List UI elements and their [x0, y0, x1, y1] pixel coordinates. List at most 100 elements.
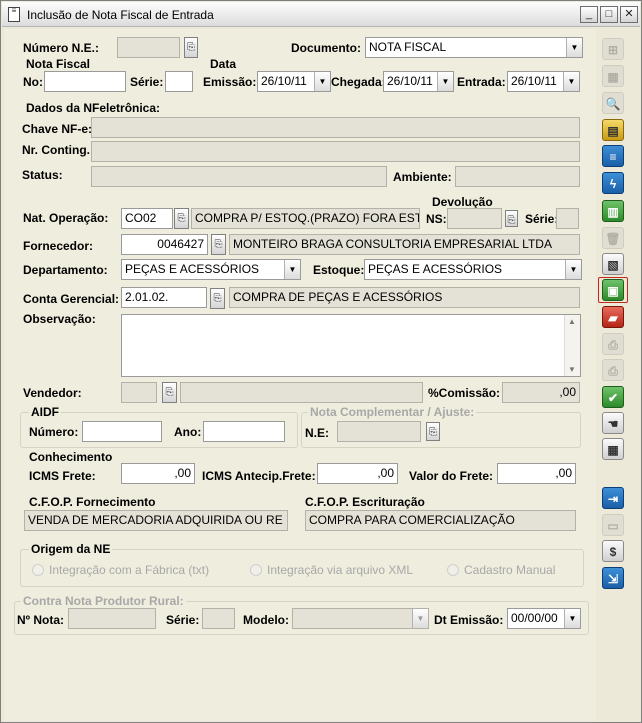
numero-ne-field[interactable] [117, 37, 180, 58]
entrada-date-picker[interactable]: 26/10/11 ▼ [507, 71, 580, 92]
aidf-ano-field[interactable] [203, 421, 285, 442]
vendedor-lookup-button[interactable]: ⎘ [162, 382, 177, 403]
conta-gerencial-code-field[interactable]: 2.01.02. [121, 287, 207, 308]
valor-frete-field[interactable]: ,00 [497, 463, 576, 484]
cfop-fornecimento-field[interactable]: VENDA DE MERCADORIA ADQUIRIDA OU RE [24, 510, 288, 531]
numero-ne-lookup-button[interactable]: ⎘ [184, 37, 198, 58]
no-field[interactable] [44, 71, 126, 92]
emissao-date-picker[interactable]: 26/10/11 ▼ [257, 71, 331, 92]
documento-value: NOTA FISCAL [369, 40, 447, 54]
toolbar-approve-button[interactable]: ✔ [598, 384, 628, 410]
chevron-down-icon[interactable]: ▼ [437, 72, 453, 91]
produtor-modelo-label: Modelo: [243, 613, 289, 627]
documento-select[interactable]: NOTA FISCAL ▼ [365, 37, 583, 58]
fornecedor-lookup-button[interactable]: ⎘ [211, 234, 226, 255]
stack-transfer-icon: ▣ [602, 279, 624, 301]
toolbar-truck-button[interactable]: ▰ [598, 304, 628, 330]
vendedor-name-field[interactable] [180, 382, 423, 403]
toolbar-hand-button[interactable]: ☚ [598, 410, 628, 436]
folder-open-icon: ▭ [602, 514, 624, 536]
fornecedor-name-field[interactable]: MONTEIRO BRAGA CONSULTORIA EMPRESARIAL L… [229, 234, 580, 255]
fornecedor-code-field[interactable]: 0046427 [121, 234, 208, 255]
nota-fiscal-title: Nota Fiscal [26, 57, 91, 71]
icms-antecip-field[interactable]: ,00 [317, 463, 398, 484]
chegada-label: Chegada: [331, 75, 386, 89]
toolbar-preview-button[interactable]: 🔍 [598, 90, 628, 116]
vendedor-code-field[interactable] [121, 382, 157, 403]
origem-radio-xml[interactable]: Integração via arquivo XML [250, 563, 413, 577]
scroll-down-icon[interactable]: ▼ [568, 365, 576, 374]
aidf-numero-field[interactable] [82, 421, 162, 442]
nat-operacao-desc-field[interactable]: COMPRA P/ ESTOQ.(PRAZO) FORA ESTADO [191, 208, 420, 229]
serie-label: Série: [130, 75, 164, 89]
chevron-down-icon[interactable]: ▼ [284, 260, 300, 279]
form-area: Número N.E.: ⎘ Documento: NOTA FISCAL ▼ N… [4, 29, 596, 721]
chevron-down-icon[interactable]: ▼ [564, 609, 580, 628]
toolbar-list-button[interactable]: ≡ [598, 143, 628, 169]
observacao-scrollbar[interactable]: ▲ ▼ [564, 315, 580, 376]
cfop-escrituracao-field[interactable]: COMPRA PARA COMERCIALIZAÇÃO [305, 510, 576, 531]
departamento-select[interactable]: PEÇAS E ACESSÓRIOS ▼ [121, 259, 301, 280]
toolbar-import-button[interactable]: ⇥ [598, 485, 628, 511]
estoque-select[interactable]: PEÇAS E ACESSÓRIOS ▼ [364, 259, 582, 280]
toolbar-book-button[interactable]: ▥ [598, 198, 628, 224]
chave-nfe-field[interactable] [91, 117, 580, 138]
comissao-field[interactable]: ,00 [502, 382, 580, 403]
complementar-ne-label: N.E: [305, 426, 329, 440]
toolbar-lightning-button[interactable]: ϟ [598, 170, 628, 196]
scroll-up-icon[interactable]: ▲ [568, 317, 576, 326]
chegada-date-picker[interactable]: 26/10/11 ▼ [383, 71, 454, 92]
chevron-down-icon[interactable]: ▼ [565, 260, 581, 279]
chevron-down-icon[interactable]: ▼ [412, 609, 428, 628]
origem-radio-manual[interactable]: Cadastro Manual [447, 563, 555, 577]
complementar-ne-field[interactable] [337, 421, 421, 442]
numero-ne-label: Número N.E.: [23, 41, 100, 55]
toolbar-exit-button[interactable]: ⇲ [598, 565, 628, 591]
conta-gerencial-lookup-button[interactable]: ⎘ [210, 288, 225, 309]
status-field[interactable] [91, 166, 387, 187]
nat-operacao-lookup-button[interactable]: ⎘ [174, 208, 189, 229]
emissao-label: Emissão: [203, 75, 257, 89]
origem-radio-fabrica[interactable]: Integração com a Fábrica (txt) [32, 563, 209, 577]
icms-frete-field[interactable]: ,00 [121, 463, 195, 484]
app-icon: ≡ [8, 7, 20, 22]
open-folder-icon: ▤ [602, 119, 624, 141]
toolbar-save-list-button[interactable]: ▧ [598, 251, 628, 277]
no-label: No: [23, 75, 43, 89]
maximize-button[interactable]: □ [600, 6, 618, 23]
toolbar-money-button[interactable]: $ [598, 538, 628, 564]
chevron-down-icon[interactable]: ▼ [563, 72, 579, 91]
data-title: Data [210, 57, 237, 71]
origem-radio-xml-label: Integração via arquivo XML [267, 563, 414, 577]
dev-serie-field[interactable] [556, 208, 579, 229]
chevron-down-icon[interactable]: ▼ [314, 72, 330, 91]
toolbar-insert-button[interactable]: ⊞ [598, 36, 628, 62]
toolbar-transfer-button[interactable]: ▣ [598, 277, 628, 303]
produtor-serie-field[interactable] [202, 608, 235, 629]
conting-field[interactable] [91, 141, 580, 162]
produtor-nota-field[interactable] [68, 608, 156, 629]
produtor-dt-picker[interactable]: 00/00/00 ▼ [507, 608, 581, 629]
ns-lookup-button[interactable]: ⎘ [505, 210, 518, 227]
toolbar-edit-button[interactable]: ▦ [598, 63, 628, 89]
complementar-lookup-button[interactable]: ⎘ [426, 422, 440, 441]
minimize-button[interactable]: _ [580, 6, 598, 23]
close-button[interactable]: ✕ [620, 6, 638, 23]
title-bar[interactable]: ≡ Inclusão de Nota Fiscal de Entrada _ □… [2, 2, 640, 27]
nat-operacao-code-field[interactable]: CO02 [121, 208, 173, 229]
ns-field[interactable] [447, 208, 502, 229]
toolbar-calculator-button[interactable]: ▦ [598, 436, 628, 462]
produtor-modelo-select[interactable]: ▼ [292, 608, 429, 629]
ambiente-field[interactable] [455, 166, 580, 187]
serie-field[interactable] [165, 71, 193, 92]
conta-gerencial-desc-field[interactable]: COMPRA DE PEÇAS E ACESSÓRIOS [229, 287, 580, 308]
toolbar-folder-button[interactable]: ▭ [598, 512, 628, 538]
observacao-textarea[interactable]: ▲ ▼ [121, 314, 581, 377]
chevron-down-icon[interactable]: ▼ [566, 38, 582, 57]
toolbar-delete-button[interactable]: 🗑 [598, 225, 628, 251]
toolbar-print-button[interactable]: ⎙ [598, 331, 628, 357]
save-list-icon: ▧ [602, 253, 624, 275]
toolbar-print-preview-button[interactable]: ⎙ [598, 357, 628, 383]
toolbar-open-button[interactable]: ▤ [598, 117, 628, 143]
origem-radio-fabrica-label: Integração com a Fábrica (txt) [49, 563, 210, 577]
